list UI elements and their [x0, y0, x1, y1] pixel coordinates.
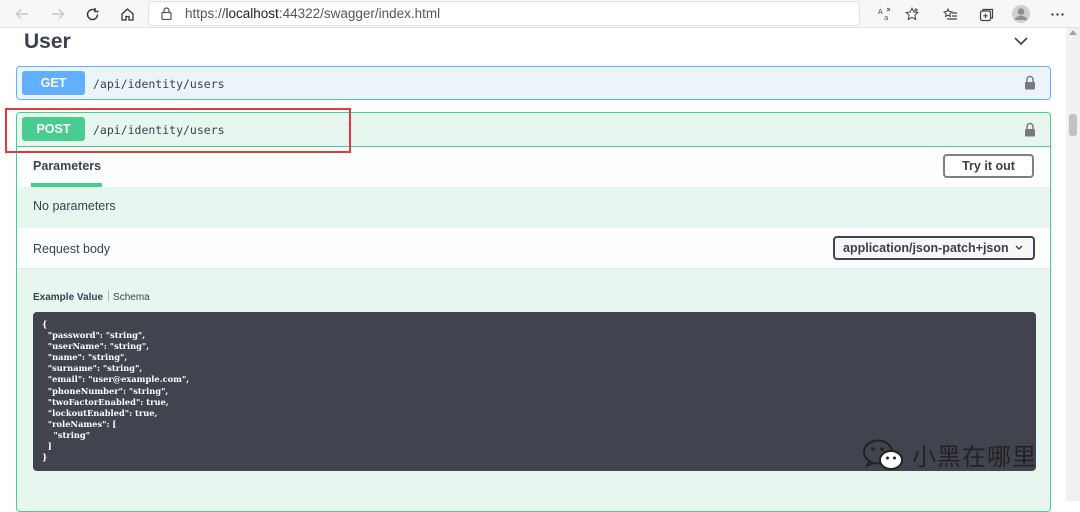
- url-scheme: https://: [185, 6, 226, 21]
- url-text[interactable]: https://localhost:44322/swagger/index.ht…: [185, 6, 440, 21]
- refresh-icon[interactable]: [82, 4, 102, 24]
- request-body-label: Request body: [33, 242, 111, 256]
- code-line: "name": "string",: [42, 352, 128, 363]
- example-tabs: Example Value Schema: [33, 290, 150, 303]
- collapse-chevron-icon[interactable]: [1013, 35, 1029, 47]
- code-line: "phoneNumber": "string",: [42, 385, 169, 396]
- watermark-text: 小黑在哪里: [912, 444, 1037, 471]
- highlight-annotation: [5, 108, 351, 153]
- svg-text:A: A: [878, 8, 883, 16]
- chevron-down-icon: [1015, 245, 1023, 250]
- authorization-lock-icon[interactable]: [1024, 122, 1036, 137]
- try-it-out-button[interactable]: Try it out: [943, 154, 1034, 178]
- section-title[interactable]: User: [24, 30, 71, 54]
- scroll-up-arrow-icon[interactable]: [1069, 30, 1077, 35]
- code-line: "surname": "string",: [42, 363, 143, 374]
- watermark: 小黑在哪里: [862, 437, 1037, 472]
- lock-icon[interactable]: [161, 7, 172, 20]
- browser-toolbar: https://localhost:44322/swagger/index.ht…: [0, 0, 1080, 28]
- address-bar[interactable]: https://localhost:44322/swagger/index.ht…: [148, 1, 919, 26]
- more-icon[interactable]: [1047, 4, 1067, 24]
- code-line: "roleNames": [: [42, 418, 117, 429]
- code-line: "lockoutEnabled": true,: [42, 407, 158, 418]
- code-line: {: [42, 319, 48, 329]
- method-badge-get: GET: [22, 71, 85, 95]
- get-users-operation[interactable]: GET /api/identity/users: [16, 66, 1051, 100]
- profile-icon[interactable]: [1011, 4, 1031, 24]
- tab-parameters[interactable]: Parameters: [33, 159, 101, 173]
- forward-icon[interactable]: [48, 4, 68, 24]
- url-host: localhost: [225, 6, 279, 21]
- code-line: "password": "string",: [42, 330, 146, 341]
- content-type-select[interactable]: application/json-patch+json: [833, 236, 1035, 260]
- wechat-icon: [863, 439, 903, 470]
- code-line: "twoFactorEnabled": true,: [42, 396, 169, 407]
- content-type-value: application/json-patch+json: [843, 241, 1009, 255]
- active-tab-indicator: [31, 183, 102, 187]
- tab-divider: [108, 290, 110, 301]
- tab-example-value[interactable]: Example Value: [33, 292, 103, 303]
- authorization-lock-icon[interactable]: [1024, 75, 1036, 90]
- parameters-header: Parameters Try it out: [17, 147, 1050, 187]
- favorite-icon[interactable]: [902, 4, 922, 24]
- back-icon[interactable]: [12, 4, 32, 24]
- code-line: "userName": "string",: [42, 341, 150, 352]
- url-path: :44322/swagger/index.html: [278, 6, 441, 21]
- read-aloud-icon[interactable]: Aa: [875, 4, 895, 24]
- no-parameters-text: No parameters: [33, 199, 116, 213]
- home-icon[interactable]: [117, 4, 137, 24]
- svg-text:a: a: [884, 14, 888, 21]
- page-scrollbar[interactable]: [1066, 28, 1080, 501]
- code-line: "email": "user@example.com",: [42, 374, 190, 385]
- collections-icon[interactable]: [976, 4, 996, 24]
- scroll-thumb[interactable]: [1069, 114, 1077, 136]
- request-body-header: Request body application/json-patch+json: [17, 228, 1050, 269]
- favorites-list-icon[interactable]: [940, 4, 960, 24]
- tab-schema[interactable]: Schema: [113, 292, 150, 303]
- operation-path: /api/identity/users: [93, 77, 225, 91]
